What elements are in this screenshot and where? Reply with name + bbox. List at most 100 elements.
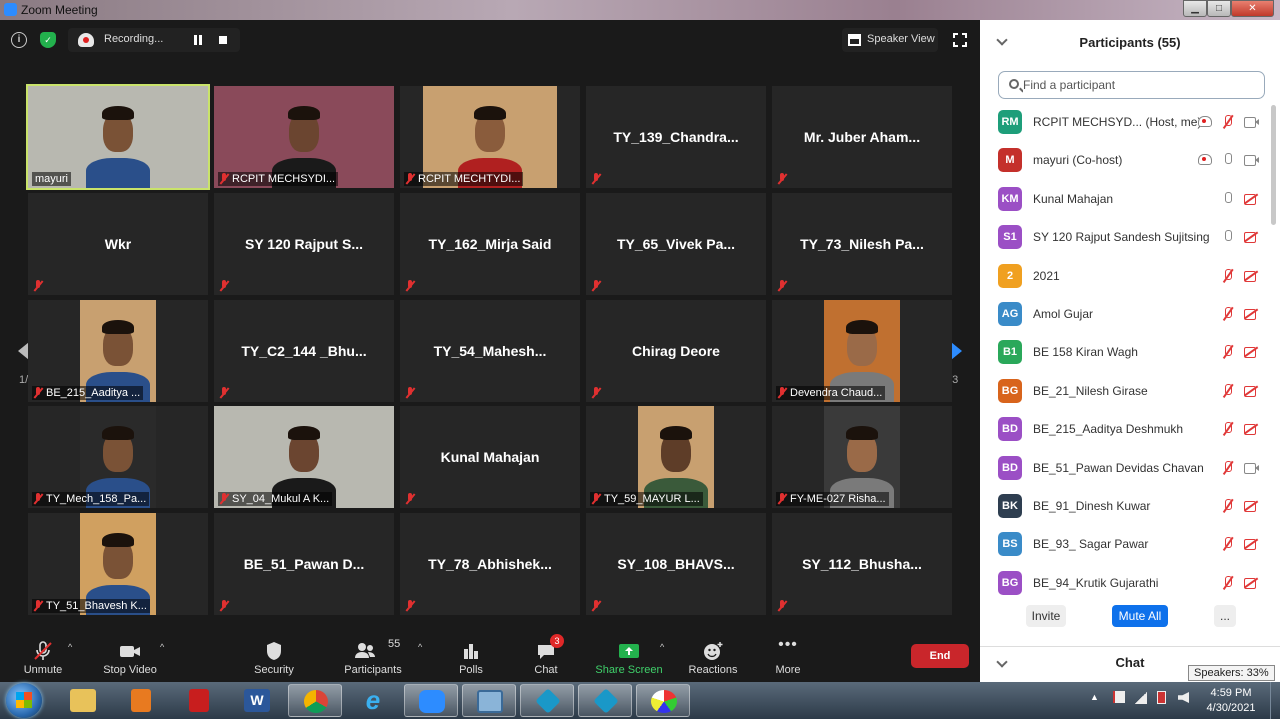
video-off-icon[interactable] [1244, 576, 1258, 590]
video-icon[interactable] [1244, 461, 1259, 475]
video-tile[interactable]: TY_139_Chandra... [586, 86, 766, 188]
mic-muted-icon[interactable] [1221, 422, 1235, 436]
chat-button[interactable]: 3 Chat [524, 634, 568, 682]
video-tile[interactable]: SY_04_Mukul A K... [214, 406, 394, 508]
video-tile[interactable]: Wkr [28, 193, 208, 295]
participant-row[interactable]: S1 SY 120 Rajput Sandesh Sujitsing [980, 218, 1270, 256]
video-tile[interactable]: RCPIT MECHTYDI... [400, 86, 580, 188]
participant-list-scrollbar[interactable] [1271, 105, 1276, 225]
video-tile[interactable]: TY_162_Mirja Said [400, 193, 580, 295]
shield-icon[interactable]: ✓ [40, 32, 56, 48]
video-icon[interactable] [1244, 153, 1259, 167]
taskbar-zoom[interactable] [404, 684, 458, 717]
participant-row[interactable]: RM RCPIT MECHSYD... (Host, me) [980, 103, 1270, 141]
end-meeting-button[interactable]: End [911, 644, 969, 668]
stop-video-button[interactable]: Stop Video [98, 634, 162, 682]
participant-row[interactable]: BD BE_215_Aaditya Deshmukh [980, 410, 1270, 448]
participants-button[interactable]: 55 Participants [340, 634, 406, 682]
participant-row[interactable]: KM Kunal Mahajan [980, 180, 1270, 218]
participant-row[interactable]: BK BE_91_Dinesh Kuwar [980, 487, 1270, 525]
battery-icon[interactable] [1157, 691, 1166, 704]
taskbar-file-explorer[interactable] [56, 684, 110, 717]
mic-icon[interactable] [1221, 191, 1235, 206]
minimize-button[interactable]: ▁ [1183, 0, 1207, 17]
mute-all-button[interactable]: Mute All [1112, 605, 1168, 627]
participant-search-input[interactable] [1023, 76, 1258, 94]
taskbar-app-1[interactable] [520, 684, 574, 717]
taskbar-word[interactable]: W [230, 684, 284, 717]
video-tile[interactable]: TY_51_Bhavesh K... [28, 513, 208, 615]
mic-muted-icon[interactable] [1221, 307, 1235, 321]
video-off-icon[interactable] [1244, 269, 1258, 283]
unmute-button[interactable]: Unmute [14, 634, 72, 682]
polls-button[interactable]: Polls [450, 634, 492, 682]
more-button[interactable]: ••• More [768, 634, 808, 682]
video-off-icon[interactable] [1244, 307, 1258, 321]
video-off-icon[interactable] [1244, 384, 1258, 398]
mic-muted-icon[interactable] [1221, 115, 1235, 129]
close-button[interactable]: ✕ [1231, 0, 1274, 17]
video-options-caret-icon[interactable]: ^ [160, 642, 164, 652]
tray-flag-icon[interactable] [1113, 691, 1125, 703]
mic-icon[interactable] [1221, 153, 1235, 167]
video-tile[interactable]: Kunal Mahajan [400, 406, 580, 508]
video-tile[interactable]: RCPIT MECHSYDI... [214, 86, 394, 188]
speaker-view-button[interactable]: Speaker View [842, 28, 938, 52]
video-off-icon[interactable] [1244, 345, 1258, 359]
audio-options-caret-icon[interactable]: ^ [68, 642, 72, 652]
participants-options-caret-icon[interactable]: ^ [418, 642, 422, 652]
stop-recording-button[interactable] [219, 36, 227, 44]
video-tile[interactable]: TY_C2_144 _Bhu... [214, 300, 394, 402]
participant-row[interactable]: BS BE_93_ Sagar Pawar [980, 525, 1270, 563]
mic-muted-icon[interactable] [1221, 383, 1235, 398]
start-button[interactable] [6, 683, 42, 718]
video-tile[interactable]: Mr. Juber Aham... [772, 86, 952, 188]
participant-row[interactable]: AG Amol Gujar [980, 295, 1270, 333]
video-tile[interactable]: TY_65_Vivek Pa... [586, 193, 766, 295]
video-off-icon[interactable] [1244, 230, 1258, 244]
mic-muted-icon[interactable] [1221, 575, 1235, 590]
pause-recording-button[interactable] [194, 35, 202, 45]
taskbar-paint[interactable] [636, 684, 690, 717]
more-options-button[interactable]: ... [1214, 605, 1236, 627]
video-tile[interactable]: TY_Mech_158_Pa... [28, 406, 208, 508]
network-signal-icon[interactable] [1135, 692, 1147, 704]
mic-muted-icon[interactable] [1221, 537, 1235, 551]
video-tile[interactable]: SY 120 Rajput S... [214, 193, 394, 295]
security-button[interactable]: Security [248, 634, 300, 682]
video-tile[interactable]: SY_112_Bhusha... [772, 513, 952, 615]
video-off-icon[interactable] [1244, 537, 1258, 551]
taskbar-acrobat[interactable] [172, 684, 226, 717]
video-tile[interactable]: BE_51_Pawan D... [214, 513, 394, 615]
video-off-icon[interactable] [1244, 422, 1258, 436]
taskbar-chrome[interactable] [288, 684, 342, 717]
video-tile[interactable]: TY_78_Abhishek... [400, 513, 580, 615]
video-tile[interactable]: SY_108_BHAVS... [586, 513, 766, 615]
participant-row[interactable]: Mmayuri (Co-host) [980, 141, 1270, 179]
video-off-icon[interactable] [1244, 192, 1258, 206]
system-clock[interactable]: 4:59 PM 4/30/2021 [1196, 686, 1266, 716]
video-tile[interactable]: TY_59_MAYUR L... [586, 406, 766, 508]
show-desktop-button[interactable] [1270, 682, 1280, 719]
video-tile[interactable]: Chirag Deore [586, 300, 766, 402]
taskbar-app-2[interactable] [578, 684, 632, 717]
share-options-caret-icon[interactable]: ^ [660, 642, 664, 652]
share-screen-button[interactable]: Share Screen [594, 634, 664, 682]
info-icon[interactable]: i [11, 32, 27, 48]
participant-row[interactable]: BG BE_94_Krutik Gujarathi [980, 564, 1270, 596]
video-tile[interactable]: BE_215_Aaditya ... [28, 300, 208, 402]
tray-expand-icon[interactable]: ▲ [1090, 692, 1099, 702]
video-tile[interactable]: Devendra Chaud... [772, 300, 952, 402]
participant-row[interactable]: BD BE_51_Pawan Devidas Chavan [980, 449, 1270, 487]
video-tile[interactable]: TY_54_Mahesh... [400, 300, 580, 402]
taskbar-window-1[interactable] [462, 684, 516, 717]
video-tile[interactable]: TY_73_Nilesh Pa... [772, 193, 952, 295]
participant-row[interactable]: BG BE_21_Nilesh Girase [980, 372, 1270, 410]
mic-muted-icon[interactable] [1221, 268, 1235, 283]
participant-row[interactable]: B1 BE 158 Kiran Wagh [980, 333, 1270, 371]
reactions-button[interactable]: Reactions [684, 634, 742, 682]
mic-muted-icon[interactable] [1221, 499, 1235, 513]
mic-icon[interactable] [1221, 230, 1235, 244]
invite-button[interactable]: Invite [1026, 605, 1066, 627]
taskbar-media-player[interactable] [114, 684, 168, 717]
